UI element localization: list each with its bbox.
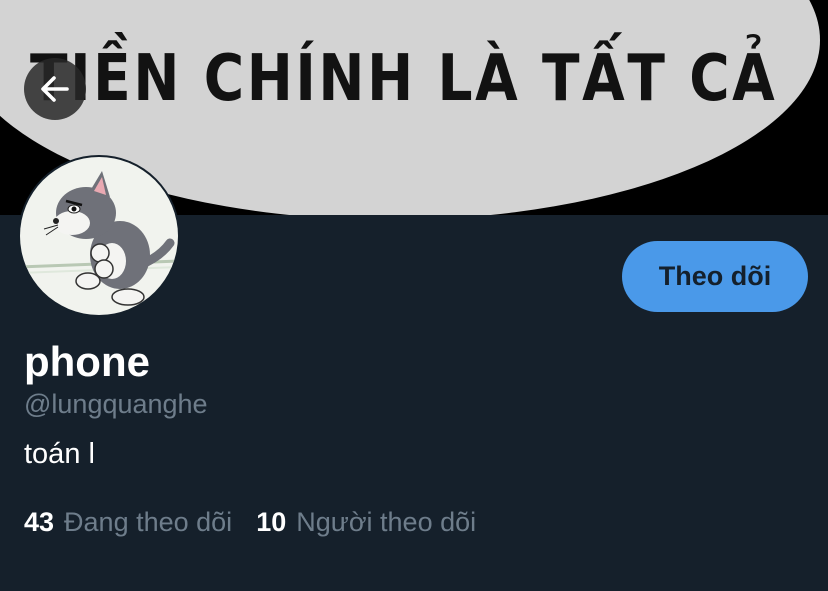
followers-stat[interactable]: 10 Người theo dõi — [256, 507, 476, 538]
followers-count: 10 — [256, 507, 287, 537]
banner-text: TIỀN CHÍNH LÀ TẤT CẢ — [30, 42, 778, 116]
arrow-left-icon — [41, 76, 69, 102]
display-name: phone — [24, 338, 150, 385]
profile-stats: 43 Đang theo dõi 10 Người theo dõi — [24, 507, 476, 538]
back-button[interactable] — [24, 58, 86, 120]
followers-label: Người theo dõi — [296, 507, 477, 537]
following-label: Đang theo dõi — [64, 507, 233, 537]
avatar[interactable] — [18, 155, 180, 317]
follow-button[interactable]: Theo dõi — [622, 241, 808, 312]
following-count: 43 — [24, 507, 55, 537]
avatar-image — [20, 157, 178, 315]
profile-bio: toán l — [24, 438, 95, 470]
following-stat[interactable]: 43 Đang theo dõi — [24, 507, 232, 538]
username-handle: @lungquanghe — [24, 389, 208, 419]
